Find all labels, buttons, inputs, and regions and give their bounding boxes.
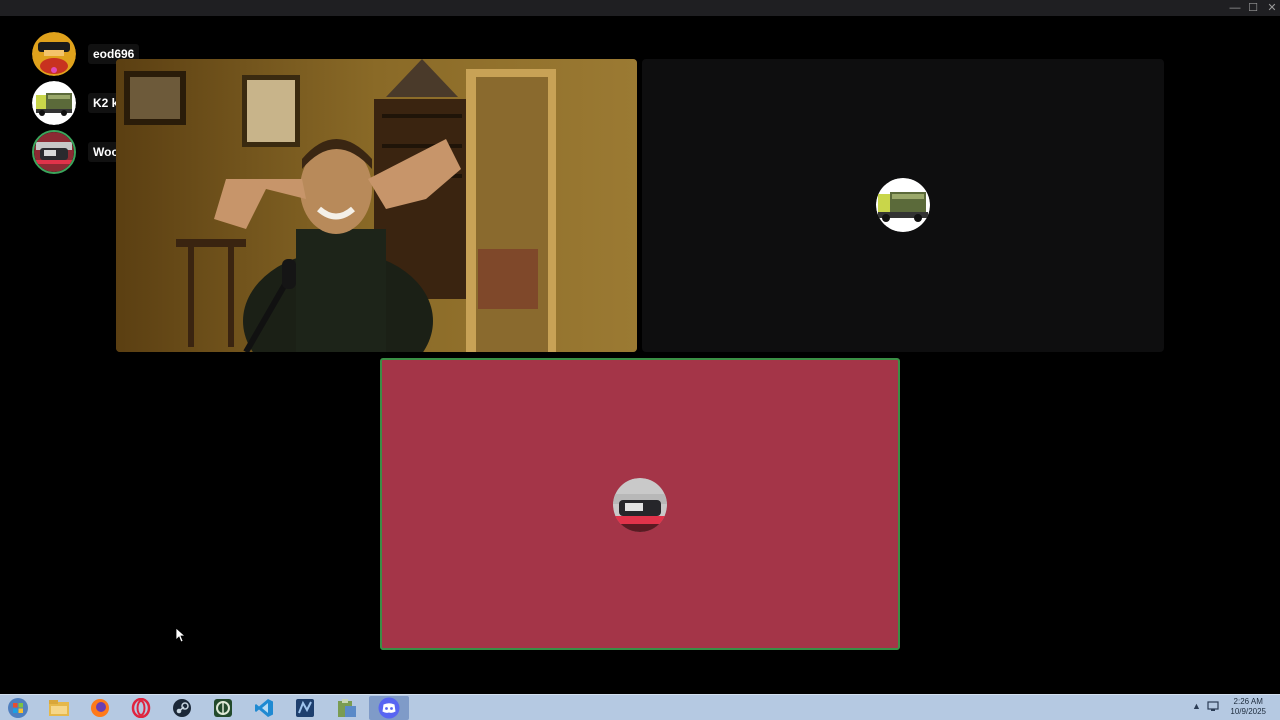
app-blue-icon[interactable] bbox=[287, 696, 323, 720]
app-clipboard-icon[interactable] bbox=[328, 696, 364, 720]
network-icon[interactable] bbox=[1206, 699, 1220, 715]
steam-icon[interactable] bbox=[164, 696, 200, 720]
clock-date: 10/9/2025 bbox=[1230, 707, 1266, 716]
window-titlebar: — ☐ ✕ bbox=[0, 0, 1280, 16]
file-explorer-icon[interactable] bbox=[41, 696, 77, 720]
tray-expand-icon[interactable]: ▲ bbox=[1192, 701, 1201, 711]
truck-avatar-icon bbox=[32, 81, 76, 125]
car-avatar-icon bbox=[613, 478, 667, 532]
truck-avatar-icon bbox=[876, 178, 930, 232]
video-tile-k2[interactable] bbox=[642, 59, 1164, 352]
webcam-video bbox=[116, 59, 637, 352]
video-tile-woodfordays[interactable] bbox=[380, 358, 900, 650]
opera-icon[interactable] bbox=[123, 696, 159, 720]
webcam-video-tile[interactable] bbox=[116, 59, 637, 352]
maximize-icon[interactable]: ☐ bbox=[1243, 0, 1263, 16]
close-icon[interactable]: ✕ bbox=[1262, 0, 1280, 16]
discord-icon[interactable] bbox=[369, 696, 409, 720]
cartoon-avatar-icon bbox=[32, 32, 76, 76]
mouse-cursor-icon bbox=[175, 627, 187, 647]
firefox-icon[interactable] bbox=[82, 696, 118, 720]
windows-start-icon[interactable] bbox=[0, 696, 36, 720]
car-avatar-icon bbox=[32, 130, 76, 174]
clock-time: 2:26 AM bbox=[1233, 697, 1263, 706]
taskbar: ▲ 2:26 AM 10/9/2025 bbox=[0, 694, 1280, 720]
minimize-icon[interactable]: — bbox=[1225, 0, 1245, 16]
vscode-icon[interactable] bbox=[246, 696, 282, 720]
cheat-engine-icon[interactable] bbox=[205, 696, 241, 720]
taskbar-clock[interactable]: 2:26 AM 10/9/2025 bbox=[1230, 697, 1266, 717]
